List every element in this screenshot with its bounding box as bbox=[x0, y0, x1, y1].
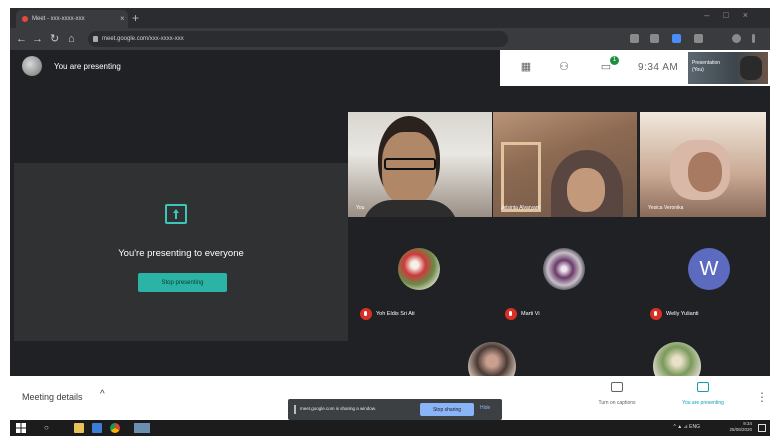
self-view-video bbox=[740, 56, 762, 80]
browser-tab-bar: Meet - xxx-xxxx-xxx × + –□× bbox=[10, 8, 770, 28]
captions-button[interactable]: Turn on captions bbox=[582, 382, 652, 406]
tile-name: Yesica Veronika bbox=[648, 205, 684, 211]
video-tile[interactable]: Jelsinta Alvaryani bbox=[493, 112, 637, 217]
mic-off-icon bbox=[360, 308, 372, 320]
system-tray[interactable]: ^ ▲ ⊿ ENG bbox=[674, 424, 701, 430]
home-button[interactable]: ⌂ bbox=[68, 31, 75, 47]
profile-avatar[interactable] bbox=[732, 34, 741, 43]
people-icon[interactable]: ▦ bbox=[520, 61, 532, 73]
windows-start-icon[interactable] bbox=[16, 423, 26, 433]
presentation-area: You're presenting to everyone Stop prese… bbox=[10, 86, 348, 376]
app-icon[interactable] bbox=[92, 423, 102, 433]
window-controls[interactable]: –□× bbox=[704, 10, 762, 20]
new-tab-button[interactable]: + bbox=[132, 10, 139, 26]
participant-name-row: Yoh Eldis Sri Ati bbox=[360, 308, 415, 320]
chevron-up-icon[interactable]: ^ bbox=[100, 389, 105, 400]
taskbar-clock[interactable]: 9:34 25/08/2020 bbox=[729, 421, 752, 433]
recording-dot-icon bbox=[22, 16, 28, 22]
meeting-controls: Meeting details ^ meet.google.com is sha… bbox=[10, 376, 770, 420]
photos-icon[interactable] bbox=[134, 423, 150, 433]
address-bar-row: ← → ↻ ⌂ meet.google.com/xxx-xxxx-xxx bbox=[10, 28, 770, 50]
present-icon bbox=[697, 382, 709, 392]
url-field[interactable]: meet.google.com/xxx-xxxx-xxx bbox=[88, 31, 508, 47]
participant-face bbox=[567, 168, 605, 212]
mic-off-icon bbox=[505, 308, 517, 320]
top-right-panel: ▦ ⚇ ▭ 1 9:34 AM Presentation (You) bbox=[500, 50, 770, 86]
notification-icon[interactable] bbox=[758, 424, 766, 432]
participant-name-row: Marti Vi bbox=[505, 308, 540, 320]
tab-close-icon[interactable]: × bbox=[120, 10, 125, 28]
participants-grid: You Jelsinta Alvaryani Yesica Veronika Y… bbox=[348, 86, 770, 390]
participant-name: Marti Vi bbox=[521, 311, 540, 317]
mic-off-icon bbox=[650, 308, 662, 320]
browser-tab[interactable]: Meet - xxx-xxxx-xxx × bbox=[16, 10, 128, 28]
reload-button[interactable]: ↻ bbox=[50, 31, 59, 47]
presenting-card: You're presenting to everyone Stop prese… bbox=[14, 163, 348, 341]
participant-body bbox=[362, 200, 458, 217]
stop-sharing-button[interactable]: Stop sharing bbox=[420, 403, 474, 416]
chrome-icon[interactable] bbox=[110, 423, 120, 433]
participant-tile[interactable]: W Welly Yulianti bbox=[638, 240, 770, 326]
participant-avatar bbox=[398, 248, 440, 290]
participant-avatar-initial: W bbox=[688, 248, 730, 290]
video-tile[interactable]: Yesica Veronika bbox=[640, 112, 766, 217]
tile-name: You bbox=[356, 205, 365, 211]
sharing-message: meet.google.com is sharing a window. bbox=[300, 406, 377, 411]
url-text: meet.google.com/xxx-xxxx-xxx bbox=[102, 36, 184, 42]
background-shelf bbox=[501, 142, 541, 212]
presenting-title: You are presenting bbox=[54, 62, 121, 71]
presenter-avatar bbox=[22, 56, 42, 76]
captions-label: Turn on captions bbox=[598, 400, 636, 406]
self-view-label: Presentation (You) bbox=[692, 60, 721, 73]
participant-name-row: Welly Yulianti bbox=[650, 308, 699, 320]
clock: 9:34 AM bbox=[638, 62, 679, 73]
tile-name: Jelsinta Alvaryani bbox=[501, 205, 540, 211]
present-screen-icon bbox=[165, 204, 187, 224]
back-button[interactable]: ← bbox=[16, 31, 27, 47]
meet-header: You are presenting ▦ ⚇ ▭ 1 9:34 AM Prese… bbox=[10, 50, 770, 86]
participant-name: Welly Yulianti bbox=[666, 311, 699, 317]
participant-avatar bbox=[543, 248, 585, 290]
lock-icon bbox=[93, 36, 98, 42]
search-icon[interactable]: ○ bbox=[44, 423, 54, 433]
participant-tile[interactable]: Marti Vi bbox=[493, 240, 633, 326]
screen: Meet - xxx-xxxx-xxx × + –□× ← → ↻ ⌂ meet… bbox=[10, 8, 770, 436]
stop-presenting-button[interactable]: Stop presenting bbox=[138, 273, 227, 292]
glasses bbox=[384, 158, 436, 170]
tab-title: Meet - xxx-xxxx-xxx bbox=[32, 16, 85, 22]
file-explorer-icon[interactable] bbox=[74, 423, 84, 433]
hide-button[interactable]: Hide bbox=[480, 405, 490, 411]
browser-menu-icon[interactable] bbox=[752, 34, 755, 43]
extension-icon[interactable] bbox=[630, 34, 639, 43]
extension-icon[interactable] bbox=[650, 34, 659, 43]
sharing-notification-bar: meet.google.com is sharing a window. Sto… bbox=[288, 399, 502, 420]
self-view-tile[interactable]: Presentation (You) bbox=[688, 52, 768, 84]
extension-icon[interactable] bbox=[694, 34, 703, 43]
more-options-icon[interactable]: ⋮ bbox=[756, 390, 768, 404]
meeting-details-button[interactable]: Meeting details bbox=[22, 392, 83, 402]
captions-icon bbox=[611, 382, 623, 392]
drag-handle-icon[interactable] bbox=[294, 405, 296, 414]
participant-tile[interactable]: Yoh Eldis Sri Ati bbox=[348, 240, 488, 326]
extension-icon[interactable] bbox=[672, 34, 681, 43]
video-tile[interactable]: You bbox=[348, 112, 492, 217]
present-button[interactable]: You are presenting bbox=[668, 382, 738, 406]
present-label: You are presenting bbox=[682, 400, 724, 406]
windows-taskbar: ○ ^ ▲ ⊿ ENG 9:34 25/08/2020 bbox=[10, 420, 770, 436]
chat-badge: 1 bbox=[610, 56, 619, 65]
presenting-message: You're presenting to everyone bbox=[118, 248, 244, 259]
participants-icon[interactable]: ⚇ bbox=[558, 61, 570, 73]
forward-button[interactable]: → bbox=[32, 31, 43, 47]
participant-name: Yoh Eldis Sri Ati bbox=[376, 311, 415, 317]
participant-face bbox=[688, 152, 722, 192]
